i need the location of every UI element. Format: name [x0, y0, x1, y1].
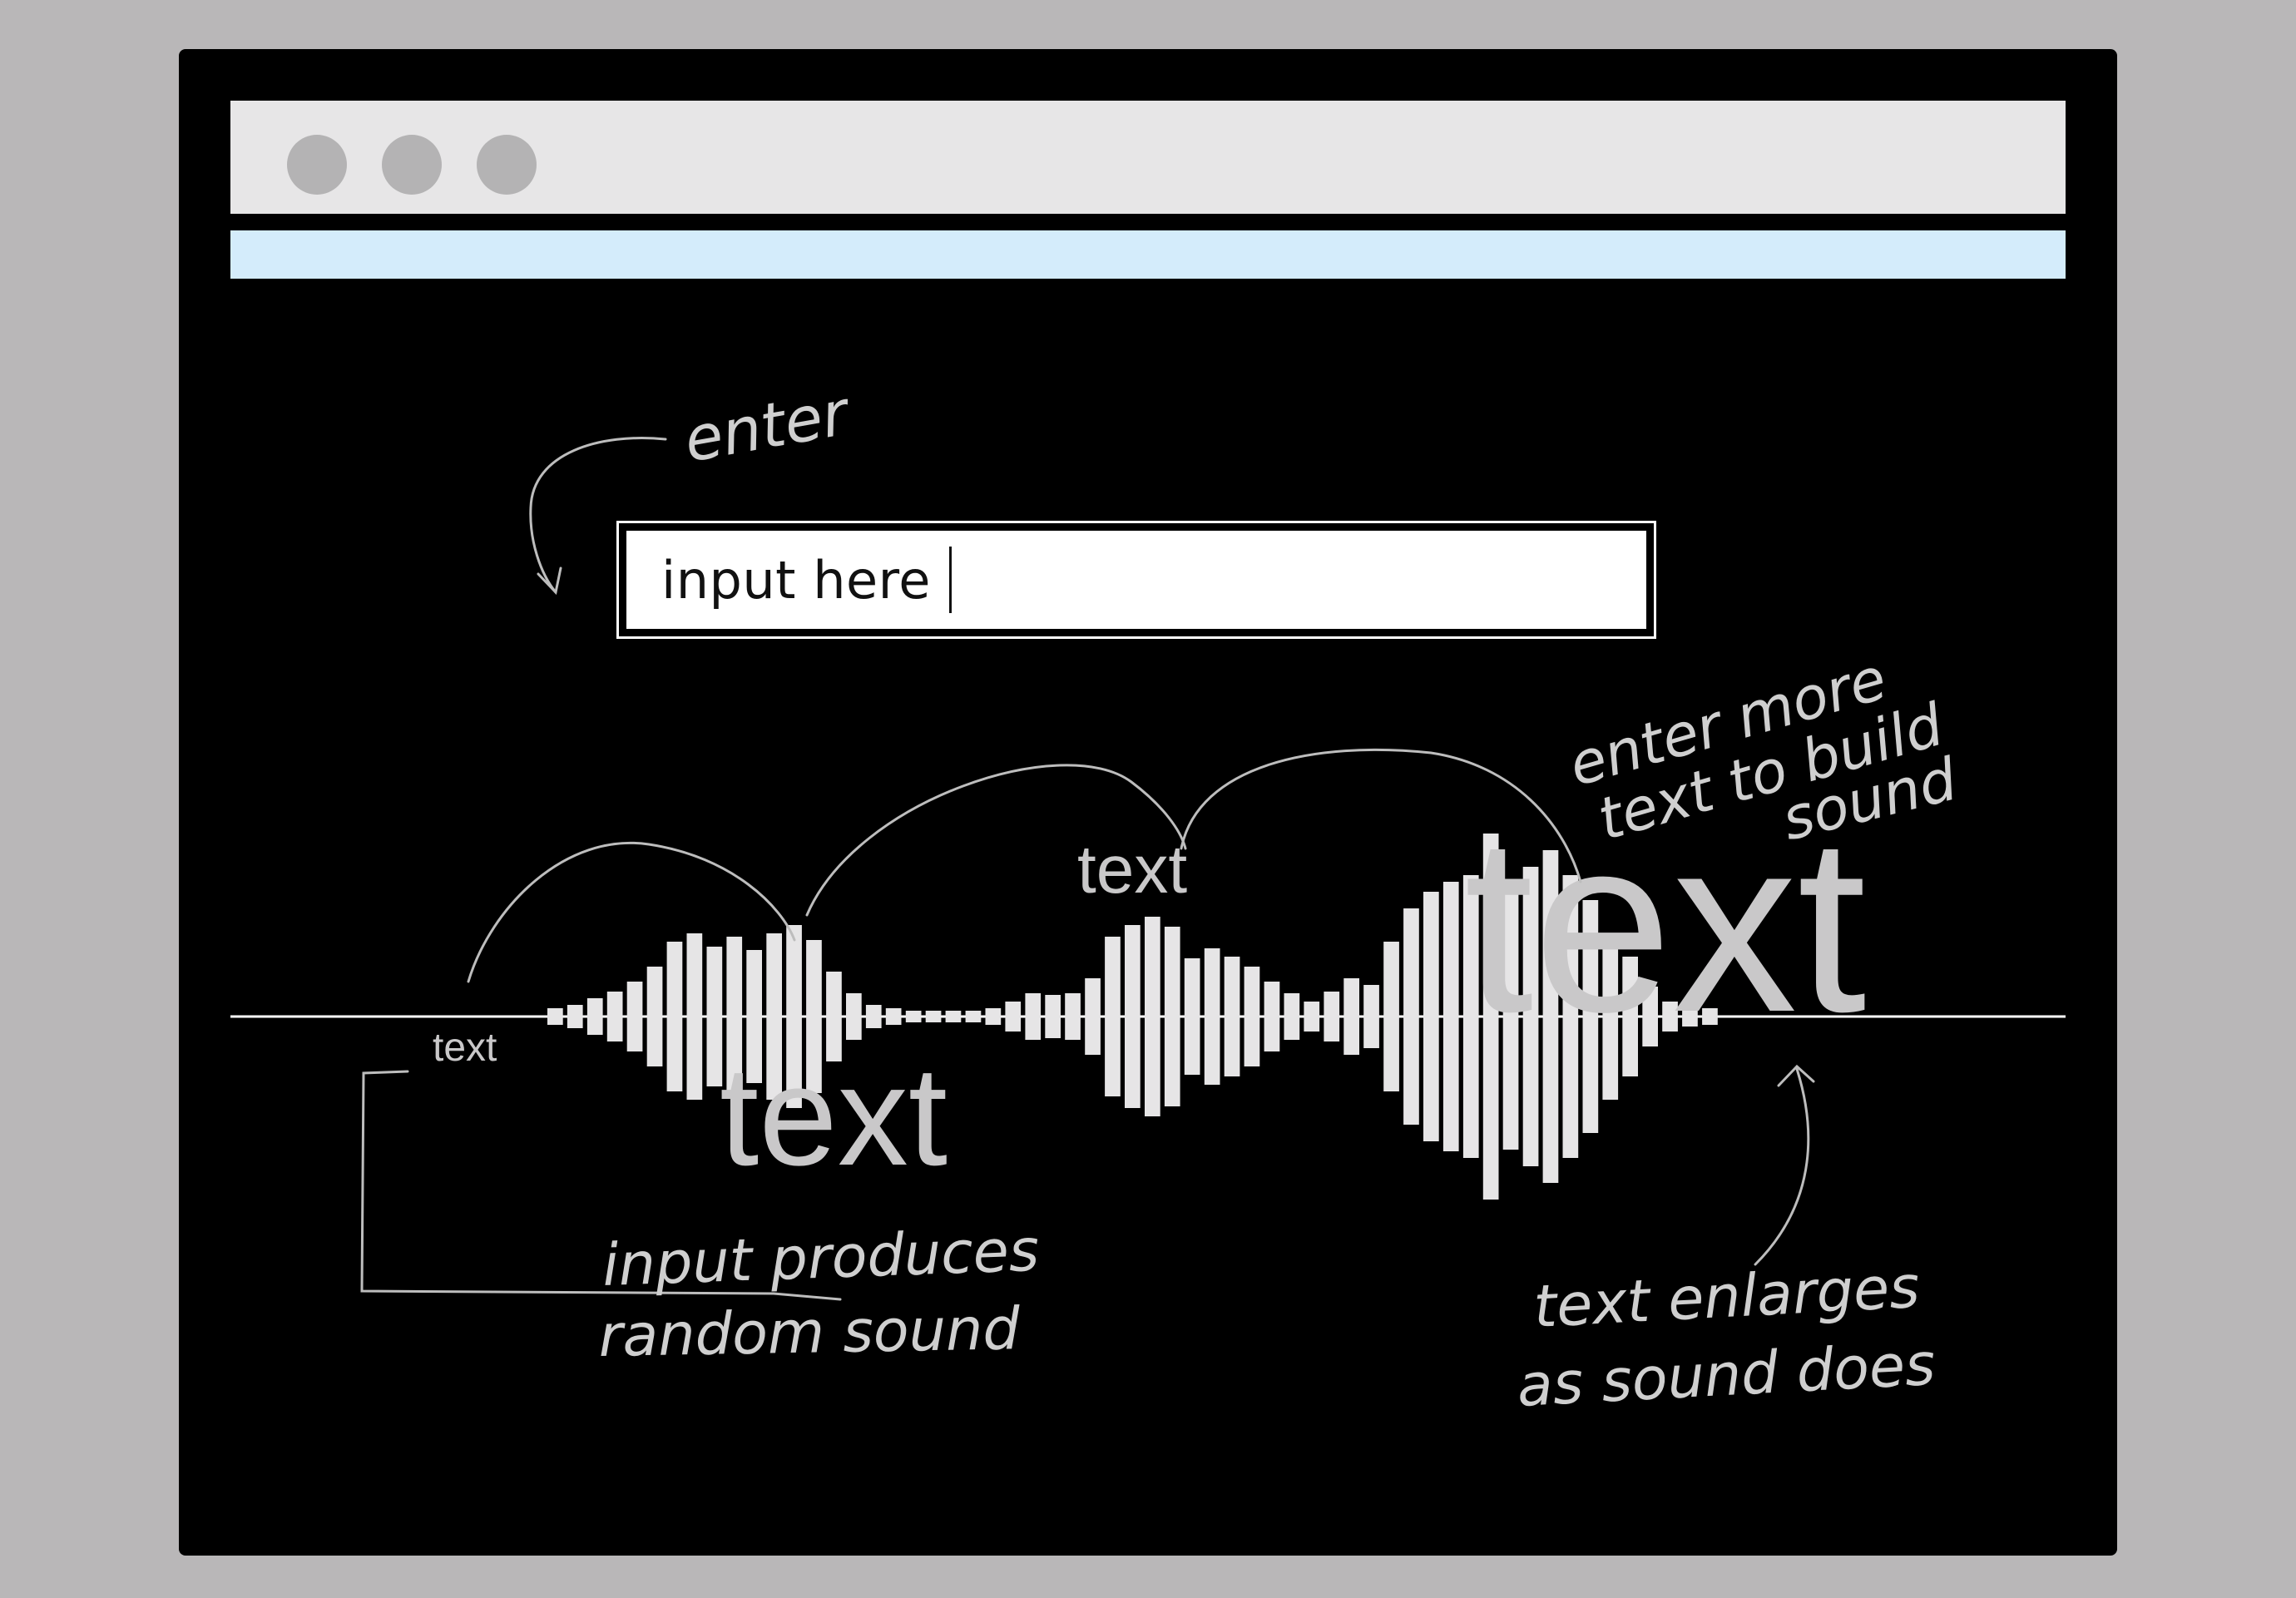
- waveform-bar: [1264, 982, 1280, 1051]
- waveform-bar: [1005, 1002, 1022, 1032]
- waveform-bar: [666, 942, 683, 1091]
- waveform-bar: [905, 1011, 922, 1022]
- waveform-bar: [1324, 992, 1340, 1041]
- waveform-bar: [1423, 892, 1439, 1141]
- annotation-input-produces-2: random sound: [598, 1294, 1021, 1370]
- waveform-bar: [1065, 993, 1081, 1040]
- waveform-bar: [1184, 958, 1200, 1075]
- enlarge-arrow-curve: [1754, 1067, 1810, 1266]
- waveform-bar: [965, 1011, 982, 1022]
- waveform-bar: [626, 982, 643, 1051]
- waveform-bar: [1363, 985, 1379, 1048]
- annotation-text-enlarges-2: as sound does: [1516, 1330, 1937, 1420]
- waveform-bar: [865, 1005, 882, 1028]
- waveform-bar: [1343, 978, 1359, 1055]
- waveform-bar: [646, 967, 663, 1066]
- waveform-bar: [1085, 978, 1101, 1055]
- waveform-bar: [1224, 957, 1240, 1076]
- enter-arrow-head: [537, 566, 562, 596]
- wave-label-medium-low: text: [720, 1037, 948, 1195]
- arc-1: [467, 841, 796, 983]
- waveform-bar: [606, 992, 623, 1041]
- waveform-bar: [1045, 995, 1061, 1038]
- waveform-bar: [1125, 925, 1141, 1108]
- waveform-bar: [1284, 993, 1300, 1040]
- annotation-input-produces-1: input produces: [601, 1216, 1041, 1299]
- waveform-bar: [1025, 993, 1042, 1040]
- waveform-bar: [1244, 967, 1260, 1066]
- waveform-bar: [925, 1011, 942, 1022]
- waveform-bar: [567, 1005, 583, 1028]
- waveform-bar: [686, 933, 703, 1100]
- waveform-bar: [1403, 908, 1419, 1125]
- sketch-overlay: text text text text enter enter more tex…: [230, 377, 2066, 1420]
- waveform-bar: [1204, 948, 1220, 1085]
- wave-label-small: text: [433, 1026, 497, 1070]
- waveform-bar: [846, 993, 862, 1040]
- annotation-enter: enter: [679, 377, 857, 477]
- waveform-bar: [547, 1008, 563, 1025]
- waveform-bar: [1164, 927, 1180, 1106]
- waveform-bar: [885, 1008, 902, 1025]
- waveform-bar: [945, 1011, 962, 1022]
- waveform-bar: [1145, 917, 1160, 1116]
- wave-label-medium-high: text: [1077, 832, 1187, 908]
- enter-arrow-curve: [529, 437, 667, 594]
- annotation-text-enlarges-1: text enlarges: [1532, 1253, 1922, 1341]
- waveform-bar: [1105, 937, 1121, 1096]
- waveform-bar: [1304, 1002, 1320, 1032]
- waveform-bar: [985, 1008, 1002, 1025]
- waveform-bar: [586, 998, 603, 1035]
- waveform-bar: [1383, 942, 1399, 1091]
- waveform-bar: [1442, 882, 1459, 1151]
